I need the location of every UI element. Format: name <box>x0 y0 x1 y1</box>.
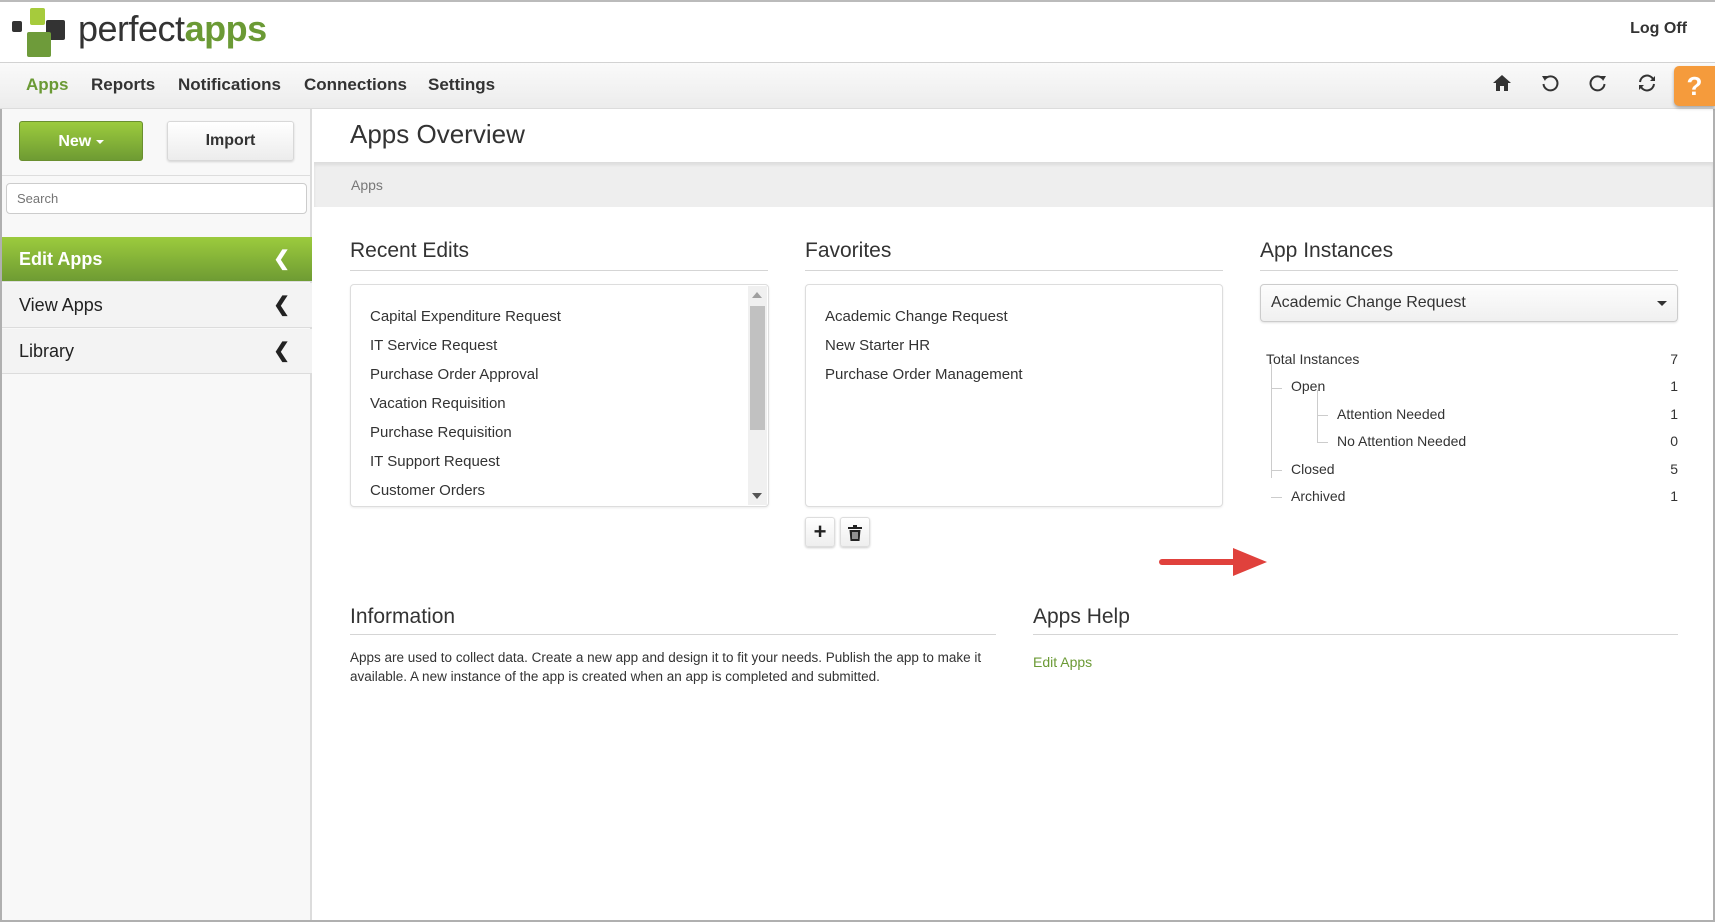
list-item[interactable]: Vacation Requisition <box>370 395 506 412</box>
tree-value-attention-needed: 1 <box>1670 406 1678 422</box>
list-item[interactable]: Customer Orders <box>370 482 485 499</box>
annotation-arrow-icon <box>1159 548 1267 576</box>
tree-label-no-attention-needed[interactable]: No Attention Needed <box>1337 433 1466 449</box>
tree-label-total[interactable]: Total Instances <box>1266 351 1359 367</box>
add-favorite-button[interactable]: + <box>805 517 835 547</box>
breadcrumb[interactable]: Apps <box>351 177 383 193</box>
tree-value-closed: 5 <box>1670 461 1678 477</box>
divider <box>1033 634 1678 635</box>
recent-edits-title: Recent Edits <box>350 239 470 262</box>
search-area <box>2 175 312 231</box>
favorites-title: Favorites <box>805 239 892 262</box>
tree-value-no-attention-needed: 0 <box>1670 433 1678 449</box>
sidebar-item-label: View Apps <box>19 295 103 315</box>
caret-down-icon <box>1657 301 1667 306</box>
breadcrumb-bar: Apps <box>314 162 1713 207</box>
chevron-left-icon: ❮ <box>273 294 290 316</box>
nav-notifications[interactable]: Notifications <box>178 75 281 95</box>
tree-label-closed[interactable]: Closed <box>1291 461 1335 477</box>
scroll-up-icon[interactable] <box>752 292 762 298</box>
list-item[interactable]: IT Service Request <box>370 337 497 354</box>
tree-line <box>1271 362 1272 478</box>
help-button[interactable]: ? <box>1674 66 1715 106</box>
tree-line <box>1271 497 1282 498</box>
divider <box>350 634 996 635</box>
main-content: Apps Overview Apps Recent Edits Capital … <box>314 109 1713 920</box>
sidebar-item-label: Edit Apps <box>19 249 103 269</box>
trash-icon <box>848 525 862 541</box>
caret-down-icon <box>95 139 104 144</box>
tree-value-archived: 1 <box>1670 488 1678 504</box>
list-item[interactable]: Capital Expenditure Request <box>370 308 561 325</box>
list-item[interactable]: New Starter HR <box>825 337 930 354</box>
information-title: Information <box>350 605 456 628</box>
nav-reports[interactable]: Reports <box>91 75 155 95</box>
app-instances-title: App Instances <box>1260 239 1394 262</box>
list-item[interactable]: IT Support Request <box>370 453 500 470</box>
tree-value-open: 1 <box>1670 378 1678 394</box>
tree-label-open[interactable]: Open <box>1291 378 1325 394</box>
brand-part1: perfect <box>78 8 185 49</box>
redo-icon[interactable] <box>1585 73 1611 99</box>
sidebar-item-library[interactable]: Library ❮ <box>2 329 312 374</box>
brand-logo-text: perfectapps <box>78 8 267 50</box>
logo-icon <box>12 8 67 58</box>
search-input[interactable] <box>6 183 307 214</box>
app-select-dropdown[interactable]: Academic Change Request <box>1260 284 1678 322</box>
sidebar-item-view-apps[interactable]: View Apps ❮ <box>2 283 312 328</box>
tree-line <box>1271 388 1282 389</box>
scrollbar[interactable] <box>748 286 767 505</box>
divider <box>350 270 768 271</box>
tree-line <box>1317 390 1318 443</box>
tree-line <box>1317 415 1328 416</box>
information-text: Apps are used to collect data. Create a … <box>350 650 982 684</box>
sidebar: New Import Edit Apps ❮ View Apps ❮ Library… <box>2 109 312 920</box>
tree-value-total: 7 <box>1670 351 1678 367</box>
tree-label-attention-needed[interactable]: Attention Needed <box>1337 406 1445 422</box>
chevron-left-icon: ❮ <box>273 340 290 362</box>
undo-icon[interactable] <box>1537 73 1563 99</box>
chevron-left-icon: ❮ <box>273 248 290 270</box>
nav-apps[interactable]: Apps <box>26 75 69 95</box>
plus-icon: + <box>813 519 827 544</box>
sidebar-item-label: Library <box>19 341 75 361</box>
new-button[interactable]: New <box>19 121 143 161</box>
brand-part2: apps <box>184 8 268 49</box>
top-header: perfectapps Log Off <box>0 0 1715 63</box>
list-item[interactable]: Purchase Requisition <box>370 424 512 441</box>
list-item[interactable]: Academic Change Request <box>825 308 1008 325</box>
apps-help-title: Apps Help <box>1033 605 1130 628</box>
page-title: Apps Overview <box>350 119 525 149</box>
delete-favorite-button[interactable] <box>840 517 870 547</box>
divider <box>805 270 1223 271</box>
list-item[interactable]: Purchase Order Approval <box>370 366 538 383</box>
import-button[interactable]: Import <box>167 121 294 161</box>
home-icon[interactable] <box>1489 73 1515 99</box>
nav-settings[interactable]: Settings <box>428 75 495 95</box>
selected-app: Academic Change Request <box>1271 294 1466 311</box>
main-nav: Apps Reports Notifications Connections S… <box>0 63 1715 109</box>
new-button-label: New <box>58 133 92 150</box>
tree-line <box>1317 442 1328 443</box>
sidebar-item-edit-apps[interactable]: Edit Apps ❮ <box>2 237 312 282</box>
scrollbar-thumb[interactable] <box>750 306 765 430</box>
nav-connections[interactable]: Connections <box>304 75 407 95</box>
edit-apps-help-link[interactable]: Edit Apps <box>1033 654 1092 670</box>
recent-edits-list: Capital Expenditure Request IT Service R… <box>350 284 769 507</box>
favorites-list: Academic Change Request New Starter HR P… <box>805 284 1223 507</box>
refresh-icon[interactable] <box>1634 73 1660 99</box>
tree-line <box>1271 470 1282 471</box>
log-off-link[interactable]: Log Off <box>1630 20 1687 38</box>
tree-label-archived[interactable]: Archived <box>1291 488 1345 504</box>
divider <box>1260 270 1678 271</box>
scroll-down-icon[interactable] <box>752 493 762 499</box>
list-item[interactable]: Purchase Order Management <box>825 366 1023 383</box>
